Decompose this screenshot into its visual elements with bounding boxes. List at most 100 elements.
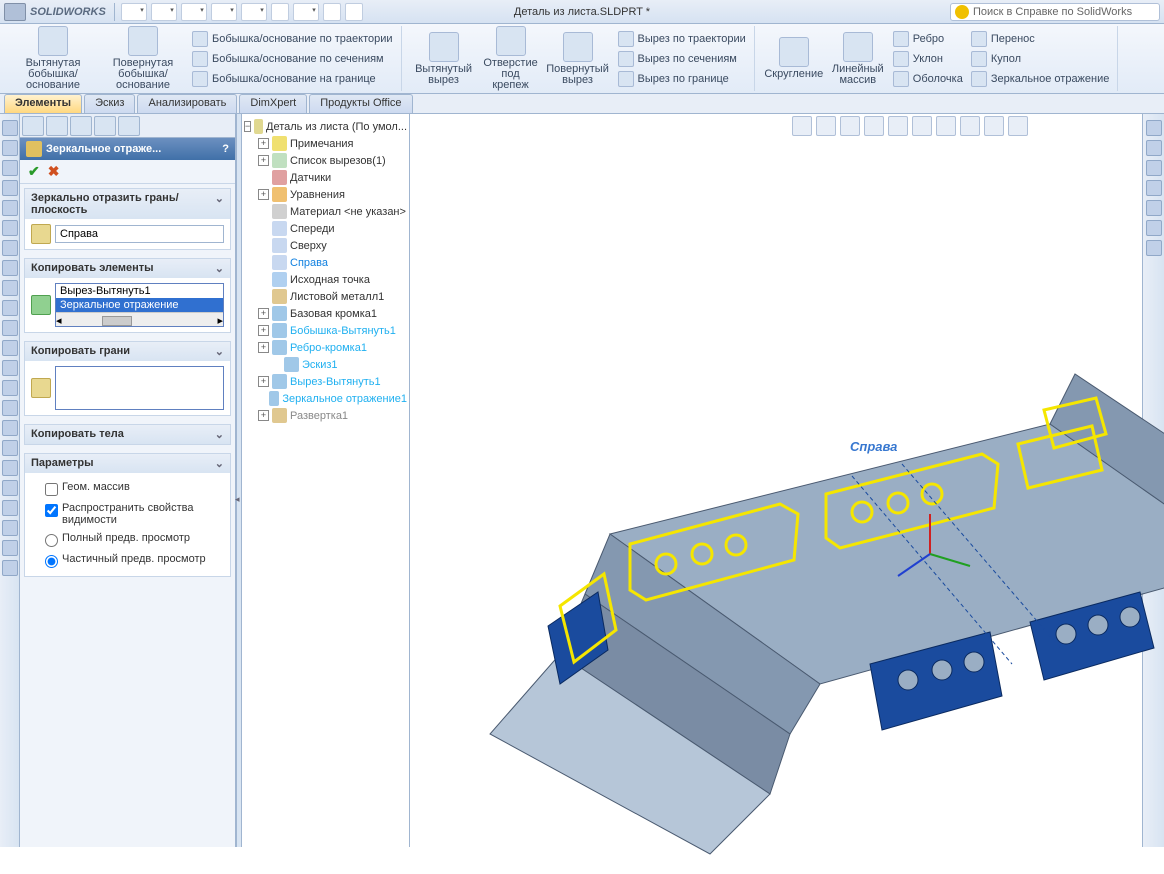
- draft-button[interactable]: Уклон: [889, 49, 967, 69]
- revolved-boss-button[interactable]: Повернутаябобышка/основание: [98, 24, 188, 93]
- tool-icon[interactable]: [2, 380, 18, 396]
- tool-icon[interactable]: [2, 500, 18, 516]
- property-manager-tab[interactable]: [46, 116, 68, 136]
- tree-boss-extrude[interactable]: +Бобышка-Вытянуть1: [244, 322, 407, 339]
- ok-button[interactable]: ✔: [28, 163, 40, 180]
- wrap-button[interactable]: Перенос: [967, 29, 1114, 49]
- lofted-boss-button[interactable]: Бобышка/основание по сечениям: [188, 49, 397, 69]
- tree-sketch1[interactable]: Эскиз1: [244, 356, 407, 373]
- tool-icon[interactable]: [2, 240, 18, 256]
- configuration-tab[interactable]: [70, 116, 92, 136]
- geom-pattern-checkbox[interactable]: Геом. массив: [31, 478, 224, 499]
- apply-scene-icon[interactable]: [984, 116, 1004, 136]
- features-listbox[interactable]: Вырез-Вытянуть1 Зеркальное отражение ◂▸: [55, 283, 224, 327]
- hide-show-icon[interactable]: [936, 116, 956, 136]
- tool-icon[interactable]: [2, 120, 18, 136]
- list-item[interactable]: Вырез-Вытянуть1: [56, 284, 223, 298]
- edit-appearance-icon[interactable]: [960, 116, 980, 136]
- list-item[interactable]: Зеркальное отражение: [56, 298, 223, 312]
- cancel-button[interactable]: ✖: [48, 163, 60, 180]
- 3d-viewport[interactable]: Справа: [410, 114, 1142, 847]
- mirror-button[interactable]: Зеркальное отражение: [967, 69, 1114, 89]
- tree-annotations[interactable]: +Примечания: [244, 135, 407, 152]
- faces-listbox[interactable]: [55, 366, 224, 410]
- extruded-boss-button[interactable]: Вытянутаябобышка/основание: [8, 24, 98, 93]
- tree-right-plane[interactable]: Справа: [244, 254, 407, 271]
- prev-view-icon[interactable]: [840, 116, 860, 136]
- tool-icon[interactable]: [2, 140, 18, 156]
- zoom-area-icon[interactable]: [816, 116, 836, 136]
- tool-icon[interactable]: [2, 560, 18, 576]
- tree-mirror1[interactable]: Зеркальное отражение1: [244, 390, 407, 407]
- tree-sheetmetal[interactable]: Листовой металл1: [244, 288, 407, 305]
- tool-icon[interactable]: [2, 520, 18, 536]
- task-pane-icon[interactable]: [1146, 140, 1162, 156]
- extruded-cut-button[interactable]: Вытянутыйвырез: [408, 30, 480, 88]
- tree-material[interactable]: Материал <не указан>: [244, 203, 407, 220]
- tab-features[interactable]: Элементы: [4, 94, 82, 113]
- mirror-plane-input[interactable]: [55, 225, 224, 243]
- tool-icon[interactable]: [2, 300, 18, 316]
- section-view-icon[interactable]: [864, 116, 884, 136]
- boundary-boss-button[interactable]: Бобышка/основание на границе: [188, 69, 397, 89]
- task-pane-icon[interactable]: [1146, 160, 1162, 176]
- tool-icon[interactable]: [2, 320, 18, 336]
- tab-dimxpert[interactable]: DimXpert: [239, 94, 307, 113]
- tab-office[interactable]: Продукты Office: [309, 94, 412, 113]
- group-header[interactable]: Копировать грани: [25, 342, 230, 361]
- tab-sketch[interactable]: Эскиз: [84, 94, 135, 113]
- options-button[interactable]: [323, 3, 341, 21]
- fillet-button[interactable]: Скругление: [761, 35, 827, 82]
- feature-manager-tab[interactable]: [22, 116, 44, 136]
- boundary-cut-button[interactable]: Вырез по границе: [614, 69, 750, 89]
- tree-equations[interactable]: +Уравнения: [244, 186, 407, 203]
- display-style-icon[interactable]: [912, 116, 932, 136]
- tree-top-plane[interactable]: Сверху: [244, 237, 407, 254]
- shell-button[interactable]: Оболочка: [889, 69, 967, 89]
- group-header[interactable]: Копировать тела: [25, 425, 230, 444]
- help-icon[interactable]: ?: [222, 143, 229, 155]
- group-header[interactable]: Параметры: [25, 454, 230, 473]
- tool-icon[interactable]: [2, 420, 18, 436]
- full-preview-radio[interactable]: Полный предв. просмотр: [31, 529, 224, 550]
- tool-icon[interactable]: [2, 400, 18, 416]
- print-button[interactable]: [211, 3, 237, 21]
- rib-button[interactable]: Ребро: [889, 29, 967, 49]
- propagate-checkbox[interactable]: Распространить свойства видимости: [31, 499, 224, 529]
- tool-icon[interactable]: [2, 340, 18, 356]
- tool-icon[interactable]: [2, 280, 18, 296]
- group-header[interactable]: Зеркально отразить грань/плоскость: [25, 189, 230, 219]
- tool-icon[interactable]: [2, 440, 18, 456]
- help-search[interactable]: [950, 3, 1160, 21]
- display-tab[interactable]: [118, 116, 140, 136]
- task-pane-icon[interactable]: [1146, 120, 1162, 136]
- linear-pattern-button[interactable]: Линейныймассив: [827, 30, 889, 88]
- select-button[interactable]: [271, 3, 289, 21]
- new-button[interactable]: [121, 3, 147, 21]
- swept-boss-button[interactable]: Бобышка/основание по траектории: [188, 29, 397, 49]
- dome-button[interactable]: Купол: [967, 49, 1114, 69]
- tree-root[interactable]: −Деталь из листа (По умол...: [244, 118, 407, 135]
- swept-cut-button[interactable]: Вырез по траектории: [614, 29, 750, 49]
- search-input[interactable]: [973, 6, 1155, 18]
- tree-sensors[interactable]: Датчики: [244, 169, 407, 186]
- tool-icon[interactable]: [2, 220, 18, 236]
- partial-preview-radio[interactable]: Частичный предв. просмотр: [31, 550, 224, 571]
- revolved-cut-button[interactable]: Повернутыйвырез: [542, 30, 614, 88]
- tab-evaluate[interactable]: Анализировать: [137, 94, 237, 113]
- tool-icon[interactable]: [2, 480, 18, 496]
- tool-icon[interactable]: [2, 260, 18, 276]
- tool-icon[interactable]: [2, 200, 18, 216]
- scrollbar[interactable]: ◂▸: [56, 312, 223, 327]
- tool-icon[interactable]: [2, 160, 18, 176]
- splitter[interactable]: [236, 114, 242, 847]
- tree-baseflange[interactable]: +Базовая кромка1: [244, 305, 407, 322]
- hole-wizard-button[interactable]: Отверстиеподкрепеж: [480, 24, 542, 93]
- tree-origin[interactable]: Исходная точка: [244, 271, 407, 288]
- tree-cutlist[interactable]: +Список вырезов(1): [244, 152, 407, 169]
- undo-button[interactable]: [241, 3, 267, 21]
- tool-icon[interactable]: [2, 360, 18, 376]
- tree-flatpattern[interactable]: +Развертка1: [244, 407, 407, 424]
- save-button[interactable]: [181, 3, 207, 21]
- view-settings-icon[interactable]: [1008, 116, 1028, 136]
